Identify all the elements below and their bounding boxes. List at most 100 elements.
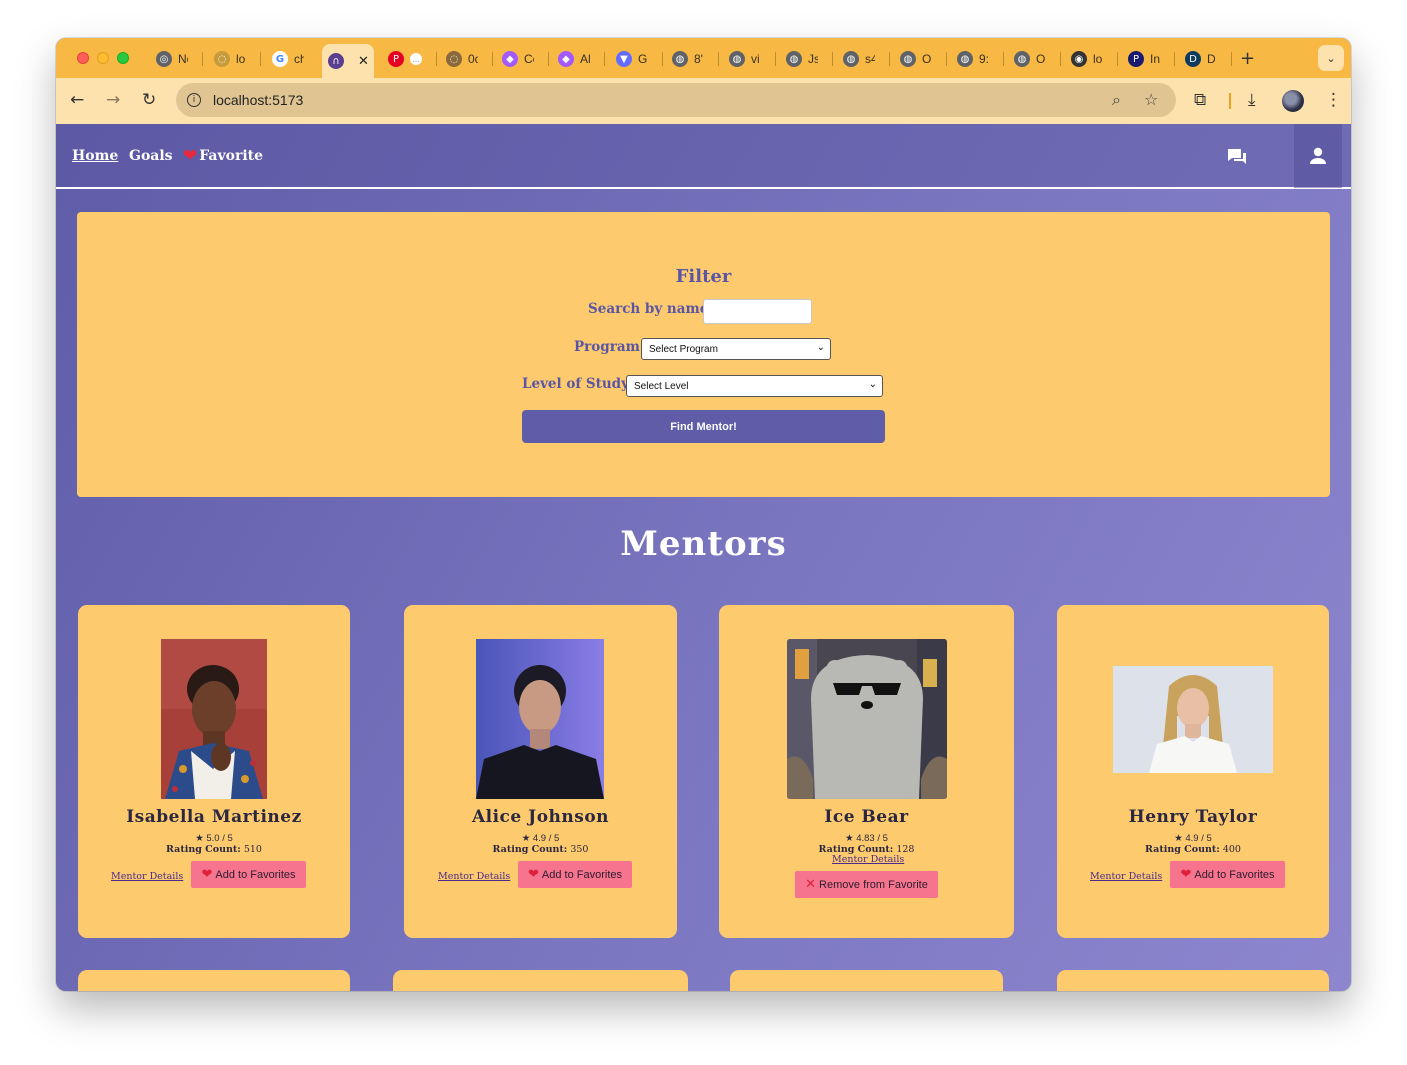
url-text[interactable]: localhost:5173	[213, 92, 303, 108]
profile-button[interactable]	[1294, 124, 1342, 188]
heart-icon: ❤	[201, 867, 213, 882]
heart-icon: ❤	[1180, 867, 1192, 882]
browser-tab[interactable]: ◍ vi	[723, 44, 761, 74]
filter-title: Filter	[675, 266, 732, 287]
browser-tab[interactable]: D D	[1179, 44, 1217, 74]
close-tab-icon[interactable]: ✕	[358, 54, 369, 69]
browser-tab[interactable]: ◆ Al	[552, 44, 590, 74]
browser-tab[interactable]: ◌ 0c	[440, 44, 478, 74]
nav-goals-link[interactable]: Goals	[129, 148, 173, 164]
profile-avatar[interactable]	[1282, 90, 1304, 112]
find-mentor-button[interactable]: Find Mentor!	[522, 410, 885, 443]
program-select[interactable]: Select Program ⌄	[641, 338, 831, 360]
arc-icon: ∩	[328, 53, 344, 69]
level-label: Level of Study:	[522, 376, 634, 392]
star-icon: ★	[845, 833, 857, 844]
google-icon: G	[272, 51, 288, 67]
chevron-down-icon: ⌄	[816, 342, 825, 353]
d-logo-icon: D	[1185, 51, 1201, 67]
loader-icon: ◌	[446, 51, 462, 67]
browser-tab[interactable]: ◍ O	[894, 44, 932, 74]
chat-icon[interactable]	[1226, 146, 1248, 168]
mentor-card	[393, 970, 688, 991]
user-icon	[1310, 147, 1326, 164]
search-name-input[interactable]	[703, 299, 812, 324]
maximize-window-button[interactable]	[117, 52, 129, 64]
mentor-card: Alice Johnson ★ 4.9 / 5 Rating Count: 35…	[404, 605, 677, 938]
back-arrow-icon[interactable]: ←	[70, 90, 84, 110]
globe-icon: ◍	[843, 51, 859, 67]
browser-tab[interactable]: ▼ G	[610, 44, 648, 74]
globe-icon: ◍	[672, 51, 688, 67]
browser-tab-active[interactable]: ∩ ✕	[322, 44, 374, 78]
level-select-value: Select Level	[634, 380, 689, 392]
figma-icon: ◆	[502, 51, 518, 67]
filter-panel: Filter Search by name: Program: Select P…	[77, 212, 1330, 497]
level-select[interactable]: Select Level ⌄	[626, 375, 883, 397]
browser-tab[interactable]: ◍ Js	[780, 44, 818, 74]
mentor-details-link[interactable]: Mentor Details	[1090, 871, 1162, 882]
reload-icon[interactable]: ↻	[142, 90, 156, 110]
address-bar[interactable]: i localhost:5173 ⌕ ☆	[176, 83, 1176, 117]
globe-icon: ◍	[900, 51, 916, 67]
tab-search-chevron-icon[interactable]: ⌄	[1318, 45, 1344, 71]
extensions-icon[interactable]: ⧉	[1194, 90, 1206, 110]
minimize-window-button[interactable]	[97, 52, 109, 64]
zoom-icon[interactable]: ⌕	[1112, 90, 1121, 110]
vite-icon: ▼	[616, 51, 632, 67]
browser-tab[interactable]: ◌ lo	[208, 44, 246, 74]
mentor-details-link[interactable]: Mentor Details	[111, 871, 183, 882]
mentor-photo	[787, 639, 947, 799]
program-label: Program:	[574, 339, 645, 355]
browser-tab[interactable]: ◍ s4	[837, 44, 875, 74]
mentor-card	[78, 970, 350, 991]
mentor-name: Alice Johnson	[471, 807, 610, 827]
mentor-name: Henry Taylor	[1128, 807, 1258, 827]
nav-home-link[interactable]: Home	[72, 148, 118, 164]
browser-tab[interactable]: G ch	[266, 44, 304, 74]
bookmark-star-icon[interactable]: ☆	[1144, 90, 1158, 109]
p-logo-icon: P	[1128, 51, 1144, 67]
close-window-button[interactable]	[77, 52, 89, 64]
heart-icon: ❤	[183, 146, 198, 166]
add-to-favorites-button[interactable]: ❤ Add to Favorites	[191, 861, 306, 888]
browser-tab[interactable]: ◆ Cc	[496, 44, 534, 74]
star-icon: ★	[521, 833, 533, 844]
mentor-photo	[1113, 666, 1273, 773]
mentor-details-link[interactable]: Mentor Details	[438, 871, 510, 882]
remove-from-favorite-button[interactable]: ✕ Remove from Favorite	[795, 871, 938, 898]
download-icon[interactable]: ⤓	[1248, 90, 1256, 110]
browser-tab[interactable]: ◎ Ne	[150, 44, 188, 74]
browser-window: ◎ Ne ◌ lo G ch ∩ ✕ P … ◌ 0c ◆ Cc	[56, 38, 1351, 991]
mentor-name: Ice Bear	[824, 807, 909, 827]
mentor-card	[730, 970, 1003, 991]
kebab-menu-icon[interactable]: ⋮	[1325, 90, 1342, 110]
site-info-icon[interactable]: i	[187, 93, 201, 107]
add-to-favorites-button[interactable]: ❤ Add to Favorites	[518, 861, 632, 888]
forward-arrow-icon[interactable]: →	[106, 90, 120, 110]
mentor-card: Henry Taylor ★ 4.9 / 5 Rating Count: 400…	[1057, 605, 1329, 938]
mentor-rating-count: Rating Count: 400	[1145, 844, 1241, 855]
star-icon: ★	[195, 833, 207, 844]
browser-tab[interactable]: P …	[382, 44, 422, 74]
globe-icon: ◍	[1014, 51, 1030, 67]
mentor-rating: ★ 4.83 / 5	[845, 833, 888, 844]
browser-tab[interactable]: ◍ 8'	[666, 44, 704, 74]
pinterest-icon: P	[388, 51, 404, 67]
star-icon: ★	[1174, 833, 1186, 844]
mentor-photo	[476, 639, 604, 799]
search-label: Search by name:	[588, 301, 714, 317]
browser-tab[interactable]: ◍ 9:	[951, 44, 989, 74]
mentor-photo	[161, 639, 267, 799]
loader-icon: ◌	[214, 51, 230, 67]
mentor-rating-count: Rating Count: 510	[166, 844, 262, 855]
nav-favorite-link[interactable]: ❤ Favorite	[183, 146, 263, 166]
mentor-details-link[interactable]: Mentor Details	[832, 854, 904, 865]
browser-tab[interactable]: P In	[1122, 44, 1162, 74]
browser-tab[interactable]: ◉ lo	[1065, 44, 1103, 74]
mentor-card: Isabella Martinez ★ 5.0 / 5 Rating Count…	[78, 605, 350, 938]
new-tab-icon[interactable]: +	[1240, 48, 1255, 69]
add-to-favorites-button[interactable]: ❤ Add to Favorites	[1170, 861, 1285, 888]
heart-icon: ❤	[528, 867, 539, 882]
browser-tab[interactable]: ◍ O	[1008, 44, 1046, 74]
